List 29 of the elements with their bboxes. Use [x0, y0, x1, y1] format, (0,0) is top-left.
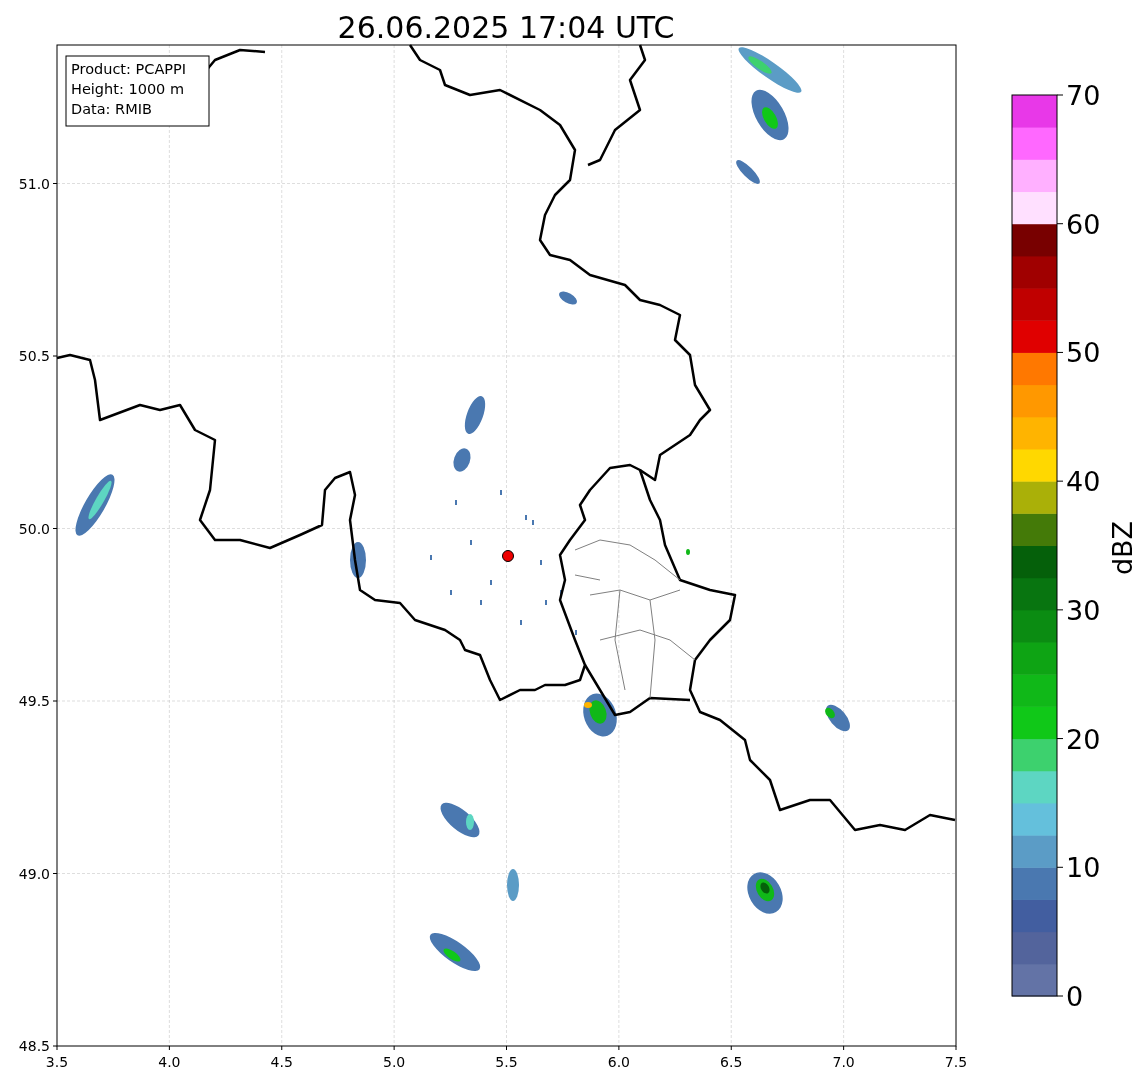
y-tick-label: 51.0	[18, 175, 50, 192]
y-tick-label: 50.5	[18, 348, 50, 364]
colorbar-tick-label: 60	[1066, 208, 1101, 240]
info-text: Product: PCAPPI	[71, 61, 187, 77]
colorbar-tick-label: 50	[1066, 337, 1101, 369]
x-tick-label: 4.5	[270, 1054, 293, 1070]
x-tick-label: 6.0	[607, 1054, 630, 1070]
colorbar-tick-label: 70	[1066, 80, 1101, 111]
info-text: Height: 1000 m	[71, 81, 185, 97]
x-tick-label: 5.5	[495, 1054, 518, 1070]
colorbar-tick-label: 40	[1066, 466, 1101, 498]
y-tick-label: 49.5	[18, 693, 50, 709]
radar-site-marker	[502, 550, 514, 562]
colorbar-label: dBZ	[1107, 520, 1138, 576]
x-tick-label: 5.0	[383, 1054, 406, 1070]
colorbar-tick-label: 10	[1066, 852, 1101, 884]
x-tick-label: 7.0	[832, 1054, 855, 1070]
colorbar-tick-label: 20	[1066, 723, 1101, 755]
x-tick-label: 6.5	[720, 1054, 743, 1070]
y-tick-label: 50.0	[18, 520, 50, 537]
colorbar-tick-label: 0	[1066, 981, 1084, 1012]
y-tick-label: 49.0	[18, 865, 50, 882]
x-tick-label: 3.5	[45, 1054, 69, 1070]
info-text: Data: RMIB	[71, 101, 152, 117]
x-tick-label: 4.0	[158, 1054, 181, 1070]
colorbar-tick-label: 30	[1066, 594, 1101, 626]
x-tick-label: 7.5	[944, 1054, 968, 1070]
y-tick-label: 48.5	[18, 1038, 50, 1054]
chart-title: 26.06.2025 17:04 UTC	[337, 10, 675, 45]
